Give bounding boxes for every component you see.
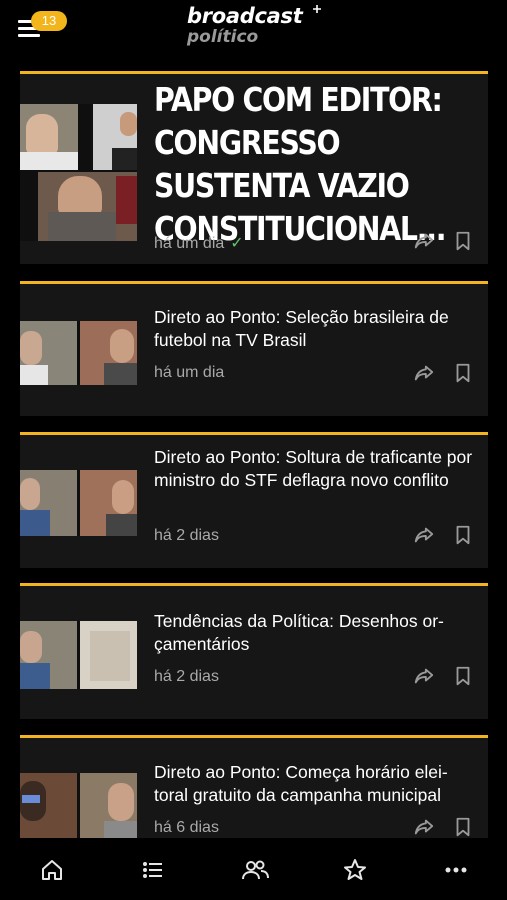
bookmark-icon[interactable] — [452, 816, 474, 838]
app-logo: broadcast político — [187, 4, 327, 48]
article-thumbnail — [20, 321, 137, 385]
article-time: há um dia ✓ — [154, 233, 244, 253]
article-feed[interactable]: PAPO COM EDITOR: CONGRESSO SUSTENTA VAZI… — [0, 0, 507, 838]
bookmark-icon[interactable] — [452, 362, 474, 384]
people-icon[interactable] — [241, 858, 269, 882]
article-thumbnail — [20, 470, 137, 536]
share-icon[interactable] — [413, 362, 435, 384]
article-title[interactable]: Direto ao Ponto: Seleção brasileira de f… — [154, 306, 474, 352]
share-icon[interactable] — [413, 524, 435, 546]
list-icon[interactable] — [141, 858, 167, 882]
star-icon[interactable] — [343, 858, 369, 882]
article-thumbnail — [20, 773, 137, 838]
article-card[interactable]: Direto ao Ponto: Soltura de traficante p… — [20, 432, 488, 568]
share-icon[interactable] — [413, 665, 435, 687]
article-time: há 2 dias — [154, 527, 219, 544]
article-time: há 2 dias — [154, 668, 219, 685]
article-time: há um dia — [154, 364, 225, 381]
app-header: 13 broadcast político — [0, 0, 507, 60]
article-thumbnail — [20, 104, 137, 241]
article-card[interactable]: Direto ao Ponto: Seleção brasileira de f… — [20, 281, 488, 416]
article-card[interactable]: PAPO COM EDITOR: CONGRESSO SUSTENTA VAZI… — [20, 71, 488, 264]
article-title[interactable]: PAPO COM EDITOR: CONGRESSO SUSTENTA VAZI… — [154, 78, 481, 250]
plus-sparkle-icon — [313, 5, 321, 13]
more-icon[interactable] — [444, 858, 470, 882]
share-icon[interactable] — [413, 230, 435, 252]
logo-broadcast: broadcast — [187, 4, 303, 28]
home-icon[interactable] — [40, 858, 66, 882]
article-time: há 6 dias — [154, 819, 219, 836]
bookmark-icon[interactable] — [452, 524, 474, 546]
article-thumbnail — [20, 621, 137, 689]
article-title[interactable]: Direto ao Ponto: Começa horário elei-tor… — [154, 761, 474, 807]
article-time-label: há um dia — [154, 235, 225, 252]
article-title[interactable]: Tendências da Política: Desenhos or-çame… — [154, 610, 474, 656]
share-icon[interactable] — [413, 816, 435, 838]
read-check-icon: ✓ — [230, 235, 244, 252]
notification-badge[interactable]: 13 — [31, 11, 67, 31]
bottom-nav — [0, 838, 507, 900]
bookmark-icon[interactable] — [452, 665, 474, 687]
bookmark-icon[interactable] — [452, 230, 474, 252]
article-card[interactable]: Direto ao Ponto: Começa horário elei-tor… — [20, 735, 488, 838]
article-card[interactable]: Tendências da Política: Desenhos or-çame… — [20, 583, 488, 719]
logo-politico: político — [187, 27, 259, 47]
article-title[interactable]: Direto ao Ponto: Soltura de traficante p… — [154, 446, 474, 492]
